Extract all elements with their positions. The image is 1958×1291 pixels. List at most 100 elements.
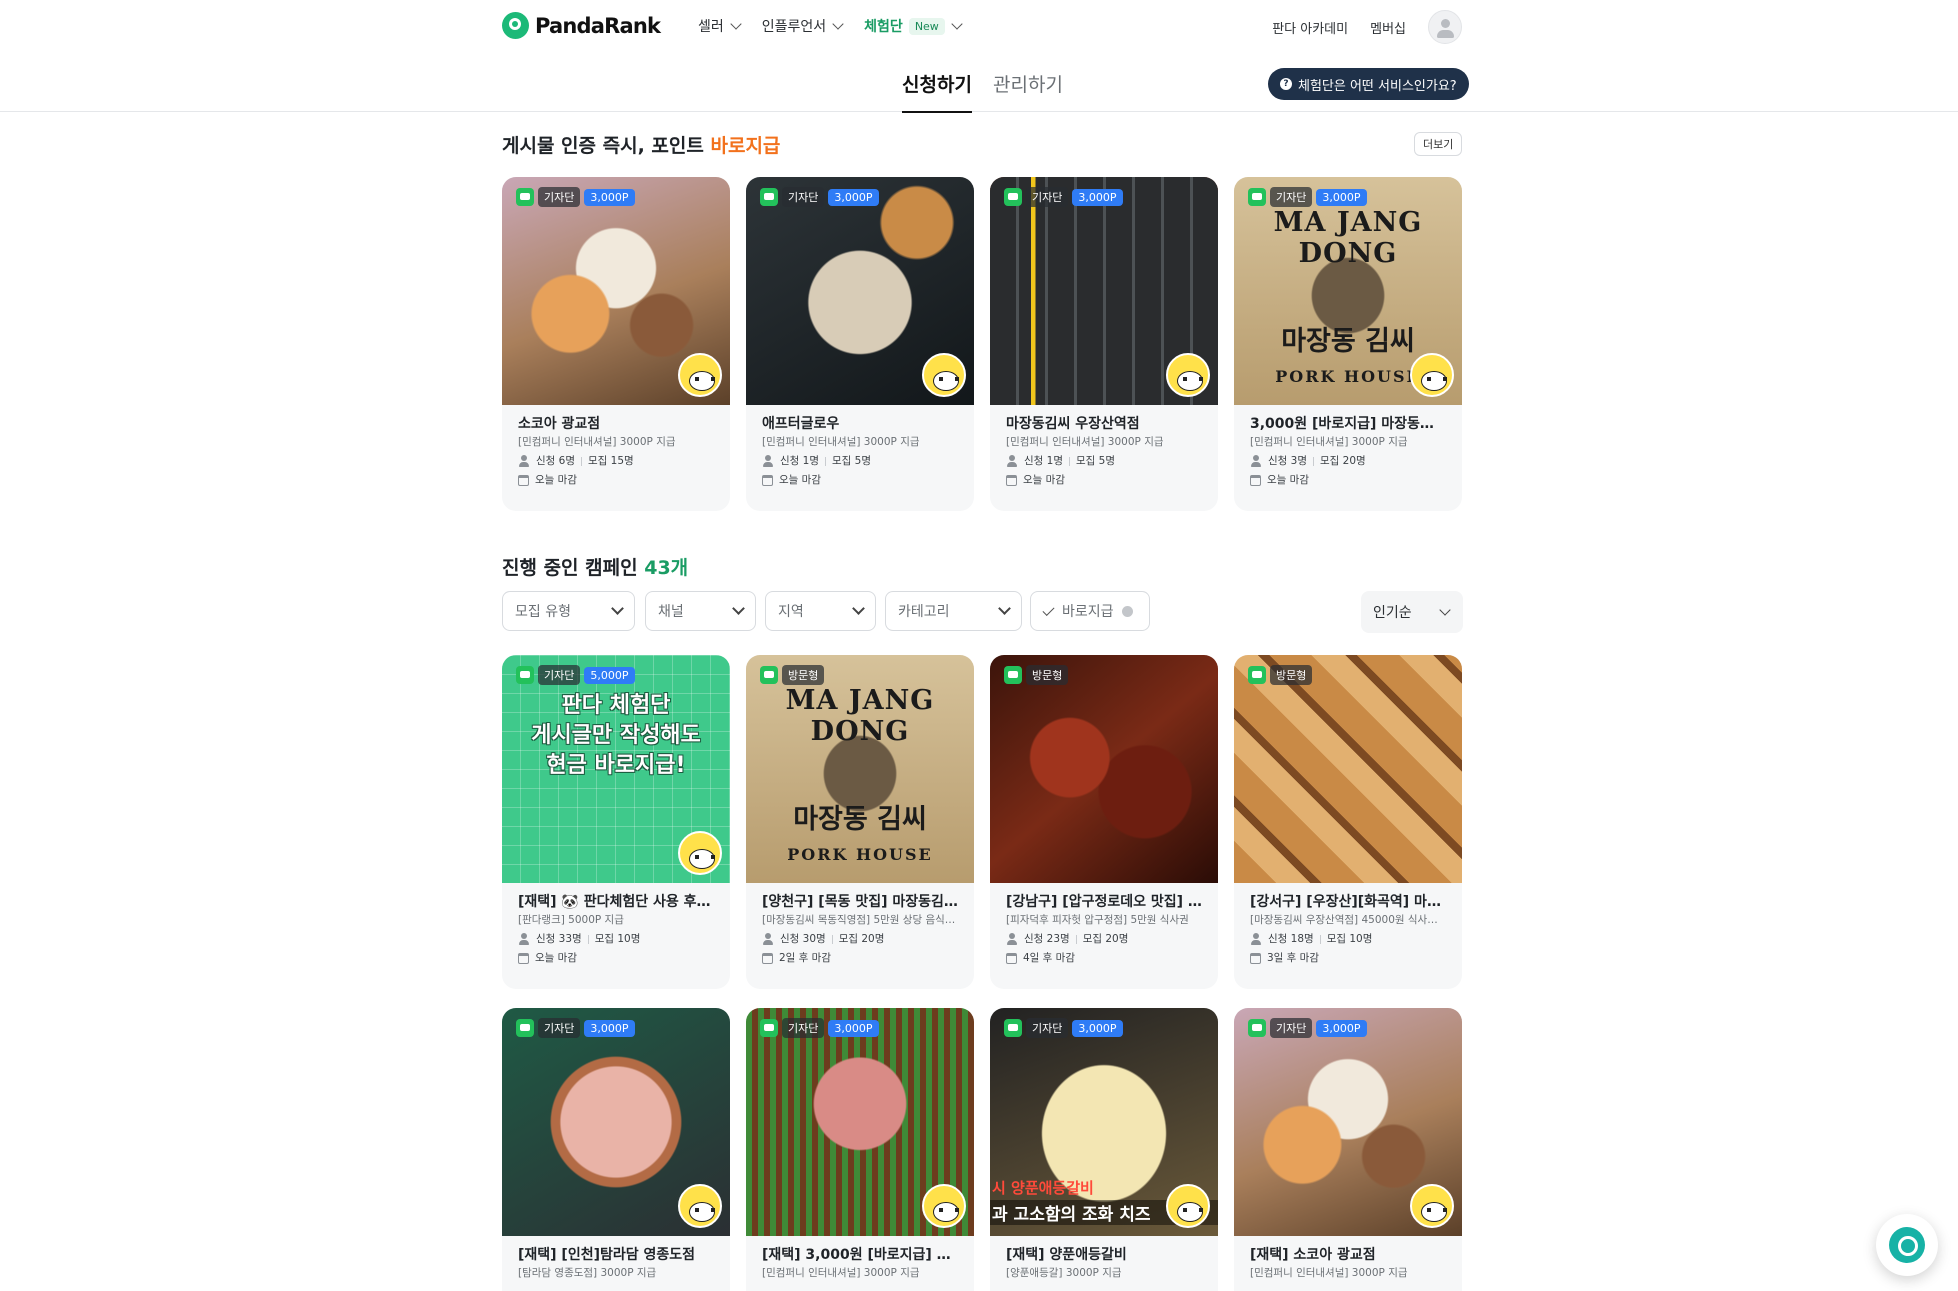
chat-channel-icon [760,1019,778,1037]
recruit-count: 모집 20명 [1082,933,1129,945]
divider [1069,456,1070,466]
apply-count: 신청 33명 [536,933,582,945]
card-body: [양천구] [목동 맛집] 마장동김씨 목동직영점 [마장동김씨 목동직영점] … [746,883,974,975]
apply-count: 신청 1명 [1024,455,1063,467]
card-title: 소코아 광교점 [518,416,601,432]
card-applicants: 신청 6명 모집 15명 [518,454,714,468]
panda-stamp-icon [678,353,722,397]
calendar-icon [1250,474,1261,486]
campaign-section-title: 진행 중인 캠페인 43개 [502,553,688,580]
card-deadline: 오늘 마감 [1250,473,1446,487]
campaign-card[interactable]: 기자단 3,000P 마장동김씨 우장산역점 [민컴퍼니 인터내셔널] 3000… [990,177,1218,511]
type-badge: 기자단 [782,1018,825,1038]
campaign-card[interactable]: 방문형 [강남구] [압구정로데오 맛집] 피자덕후 [피자덕후 피자헛 압구정… [990,655,1218,989]
card-title: 마장동김씨 우장산역점 [1006,416,1140,432]
academy-link[interactable]: 판다 아카데미 [1272,18,1348,37]
filter-label: 지역 [778,604,804,620]
filter-region[interactable]: 지역 [765,591,876,631]
chevron-down-icon [951,17,963,30]
campaign-card[interactable]: 기자단 3,000P 애프터글로우 [민컴퍼니 인터내셔널] 3000P 지급 … [746,177,974,511]
nav-experience[interactable]: 체험단 New [864,16,963,36]
card-subtitle: [민컴퍼니 인터내셔널] 3000P 지급 [1006,436,1164,448]
card-thumbnail: 기자단 3,000P [1234,1008,1462,1236]
avatar-icon[interactable] [1428,10,1462,44]
campaign-card[interactable]: 기자단 3,000P [재택] [인천]탐라담 영종도점 [탐라담 영종도점] … [502,1008,730,1291]
campaign-card[interactable]: 기자단 3,000P 소코아 광교점 [민컴퍼니 인터내셔널] 3000P 지급… [502,177,730,511]
card-thumbnail: 기자단 3,000P 시 양푼애등갈비 과 고소함의 조화 치즈 [990,1008,1218,1236]
card-title: [강남구] [압구정로데오 맛집] 피자덕후 [1006,894,1202,910]
card-thumbnail: 기자단 3,000P [746,177,974,405]
campaign-card[interactable]: 방문형 [강서구] [우장산][화곡역] 마장동김씨 우장산역점 [마장동김씨 … [1234,655,1462,989]
card-title: [양천구] [목동 맛집] 마장동김씨 목동직영점 [762,894,958,910]
card-body: 애프터글로우 [민컴퍼니 인터내셔널] 3000P 지급 신청 1명 모집 5명… [746,405,974,497]
campaign-card[interactable]: 방문형 MA JANG DONG 마장동 김씨 PORK HOUSE [양천구]… [746,655,974,989]
card-body: 소코아 광교점 [민컴퍼니 인터내셔널] 3000P 지급 신청 6명 모집 1… [502,405,730,497]
type-badge: 기자단 [538,187,581,207]
nav-seller[interactable]: 셀러 [698,16,742,36]
card-subtitle: [탐라담 영종도점] 3000P 지급 [518,1267,657,1279]
logo[interactable]: PandaRank [502,12,661,39]
deadline-text: 2일 후 마감 [779,952,831,964]
card-subtitle: [민컴퍼니 인터내셔널] 3000P 지급 [1250,1267,1408,1279]
filter-category[interactable]: 카테고리 [885,591,1022,631]
nav-influencer[interactable]: 인플루언서 [761,16,844,36]
type-badge: 기자단 [1026,187,1069,207]
filter-channel[interactable]: 채널 [645,591,756,631]
filter-recruit-type[interactable]: 모집 유형 [502,591,635,631]
card-thumbnail: 기자단 3,000P [502,177,730,405]
card-title: 3,000원 [바로지급] 마장동김씨 우장산역점 [1250,416,1446,432]
card-subtitle: [민컴퍼니 인터내셔널] 3000P 지급 [518,436,676,448]
card-subtitle: [마장동김씨 우장산역점] 45000원 식사권 제공 [1250,914,1446,926]
card-deadline: 4일 후 마감 [1006,951,1202,965]
campaign-card[interactable]: 기자단 3,000P 시 양푼애등갈비 과 고소함의 조화 치즈 [재택] 양푼… [990,1008,1218,1291]
card-subtitle: [양푼애등갈] 3000P 지급 [1006,1267,1122,1279]
membership-link[interactable]: 멤버십 [1370,18,1406,37]
help-button-label: 체험단은 어떤 서비스인가요? [1298,78,1457,94]
calendar-icon [1006,952,1017,964]
card-badges: 기자단 3,000P [516,1018,635,1038]
apply-count: 신청 30명 [780,933,826,945]
card-deadline: 오늘 마감 [518,951,714,965]
help-button[interactable]: ? 체험단은 어떤 서비스인가요? [1268,68,1469,100]
nav-seller-label: 셀러 [698,19,724,35]
campaign-card[interactable]: 기자단 3,000P [재택] 3,000원 [바로지급] 마장동김씨 [민컴퍼… [746,1008,974,1291]
type-badge: 기자단 [1026,1018,1069,1038]
person-icon [762,455,774,467]
campaign-card[interactable]: 기자단 3,000P [재택] 소코아 광교점 [민컴퍼니 인터내셔널] 300… [1234,1008,1462,1291]
calendar-icon [1006,474,1017,486]
tab-manage[interactable]: 관리하기 [993,70,1063,97]
tab-apply[interactable]: 신청하기 [902,70,972,113]
more-button[interactable]: 더보기 [1414,132,1463,156]
point-badge: 3,000P [828,188,879,206]
campaign-card[interactable]: 기자단 5,000P 판다 체험단 게시글만 작성해도 현금 바로지급! [재택… [502,655,730,989]
card-title: [재택] 🐼 판다체험단 사용 후기 작성 [518,894,714,910]
filter-instant-pay[interactable]: 바로지급 [1030,591,1150,631]
card-badges: 기자단 3,000P [1004,187,1123,207]
chevron-down-icon [832,17,844,30]
chat-fab-button[interactable] [1876,1214,1938,1276]
card-thumbnail: 기자단 3,000P [746,1008,974,1236]
sign-top-text: MA JANG DONG [785,685,935,747]
campaign-card[interactable]: 기자단 3,000P MA JANG DONG 마장동 김씨 PORK HOUS… [1234,177,1462,511]
point-badge: 3,000P [584,188,635,206]
card-badges: 기자단 5,000P [516,665,635,685]
deadline-text: 오늘 마감 [1023,474,1065,486]
recruit-count: 모집 10명 [594,933,641,945]
sort-select[interactable]: 인기순 [1361,591,1463,633]
panda-stamp-icon [1166,353,1210,397]
person-icon [1006,455,1018,467]
card-thumbnail: 기자단 3,000P [990,177,1218,405]
recruit-count: 모집 15명 [588,455,634,467]
card-badges: 기자단 3,000P [760,1018,879,1038]
card-applicants: 신청 3명 모집 20명 [1250,454,1446,468]
card-badges: 방문형 [1248,665,1313,685]
card-title: [강서구] [우장산][화곡역] 마장동김씨 우장산역점 [1250,894,1446,910]
card-applicants: 신청 30명 모집 20명 [762,932,958,946]
point-badge: 3,000P [584,1019,635,1037]
campaign-count: 43개 [644,557,689,579]
card-deadline: 오늘 마감 [762,473,958,487]
nav-influencer-label: 인플루언서 [761,19,827,35]
calendar-icon [518,952,529,964]
sign-korean-text: 마장동 김씨 [1281,326,1415,357]
calendar-icon [762,474,773,486]
